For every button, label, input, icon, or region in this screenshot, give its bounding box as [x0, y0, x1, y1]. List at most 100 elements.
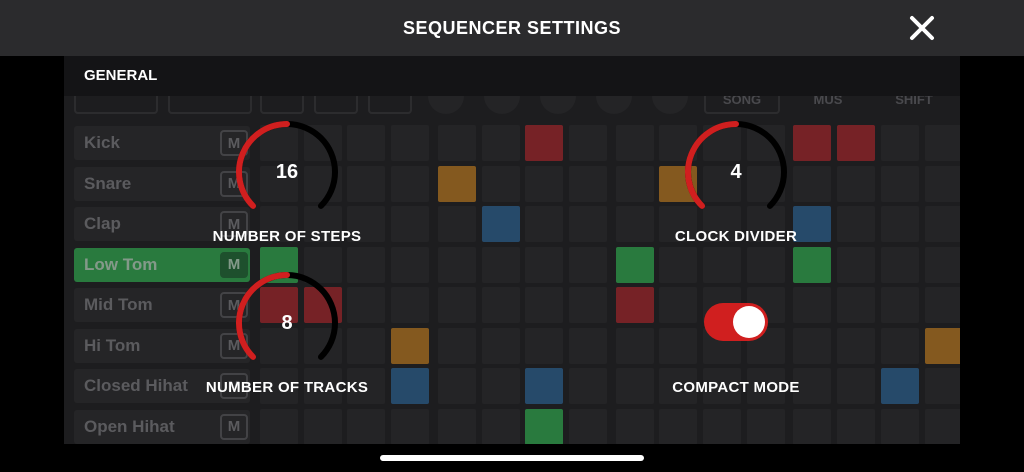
step-cell — [437, 408, 476, 444]
step-cell — [837, 408, 876, 444]
step-cell — [568, 125, 607, 161]
step-cell — [880, 246, 919, 283]
step-cell — [391, 165, 430, 202]
track-name: Low Tom — [84, 254, 158, 274]
step-cell — [837, 125, 876, 161]
step-cell — [880, 327, 919, 364]
step-cell — [837, 246, 876, 283]
step-cell — [615, 327, 654, 364]
step-cell — [659, 287, 698, 323]
step-cell — [568, 206, 607, 242]
step-cell — [615, 125, 654, 161]
clock-divider-knob[interactable]: 4 — [681, 117, 791, 227]
step-cell — [525, 408, 564, 444]
track-name: Hi Tom — [84, 335, 141, 355]
step-cell — [880, 206, 919, 242]
track-row: Kick M — [74, 126, 250, 160]
step-cell — [481, 246, 520, 283]
track-name: Mid Tom — [84, 295, 153, 314]
step-cell — [481, 368, 520, 404]
section-title: GENERAL — [84, 67, 158, 84]
step-cell — [924, 368, 960, 404]
step-cell — [525, 327, 564, 364]
step-cell — [481, 287, 520, 323]
toggle-thumb — [733, 306, 765, 338]
step-cell — [615, 408, 654, 444]
step-cell — [437, 206, 476, 242]
step-cell — [615, 246, 654, 283]
step-cell — [437, 246, 476, 283]
step-cell — [924, 327, 960, 364]
step-cell — [568, 287, 607, 323]
step-cell — [568, 368, 607, 404]
step-cell — [391, 125, 430, 161]
step-cell — [481, 165, 520, 202]
track-name: Kick — [84, 133, 120, 152]
step-cell — [924, 246, 960, 283]
step-cell — [659, 327, 698, 364]
step-cell — [615, 165, 654, 202]
track-name: Snare — [84, 173, 132, 193]
step-cell — [303, 408, 342, 444]
step-cell — [924, 165, 960, 202]
step-cell — [347, 287, 386, 323]
step-cell — [837, 165, 876, 202]
compact-mode-label: COMPACT MODE — [672, 379, 800, 396]
step-cell — [525, 368, 564, 404]
step-cell — [391, 246, 430, 283]
step-cell — [880, 408, 919, 444]
steps-value: 16 — [275, 161, 299, 183]
close-icon — [910, 16, 934, 40]
tracks-knob[interactable]: 8 — [232, 268, 342, 378]
step-cell — [793, 125, 832, 161]
step-cell — [481, 206, 520, 242]
step-cell — [481, 125, 520, 161]
tracks-value: 8 — [281, 312, 293, 334]
track-name: Clap — [84, 214, 121, 233]
track-row: Open Hihat M — [74, 409, 250, 444]
steps-knob[interactable]: 16 — [232, 117, 342, 227]
step-cell — [437, 327, 476, 364]
step-cell — [525, 287, 564, 323]
step-cell — [347, 246, 386, 283]
step-cell — [837, 327, 876, 364]
step-cell — [437, 165, 476, 202]
step-cell — [793, 165, 832, 202]
step-cell — [924, 408, 960, 444]
step-cell — [437, 287, 476, 323]
step-cell — [793, 246, 832, 283]
step-cell — [568, 408, 607, 444]
step-cell — [880, 125, 919, 161]
step-cell — [347, 327, 386, 364]
step-cell — [568, 165, 607, 202]
step-cell — [793, 327, 832, 364]
track-row: Low Tom M — [74, 247, 250, 282]
step-cell — [880, 368, 919, 404]
step-cell — [659, 246, 698, 283]
step-cell — [837, 287, 876, 323]
step-cell — [525, 206, 564, 242]
step-cell — [391, 327, 430, 364]
page-title: SEQUENCER SETTINGS — [402, 18, 622, 38]
step-cell — [568, 327, 607, 364]
step-cell — [924, 206, 960, 242]
step-cell — [437, 368, 476, 404]
step-cell — [260, 408, 298, 444]
step-cell — [525, 165, 564, 202]
close-button[interactable] — [900, 6, 944, 50]
track-row: Hi Tom M — [74, 328, 250, 363]
step-cell — [793, 408, 832, 444]
step-cell — [703, 408, 741, 444]
step-cell — [391, 287, 430, 323]
track-row: Snare M — [74, 166, 250, 201]
step-cell — [615, 287, 654, 323]
track-name: Open Hihat — [84, 416, 175, 436]
step-cell — [481, 408, 520, 444]
compact-mode-toggle[interactable] — [704, 303, 768, 341]
step-cell — [924, 125, 960, 161]
clock-divider-value: 4 — [730, 161, 742, 183]
settings-header: SEQUENCER SETTINGS — [0, 0, 1024, 56]
step-cell — [703, 246, 741, 283]
step-cell — [568, 246, 607, 283]
step-cell — [880, 287, 919, 323]
